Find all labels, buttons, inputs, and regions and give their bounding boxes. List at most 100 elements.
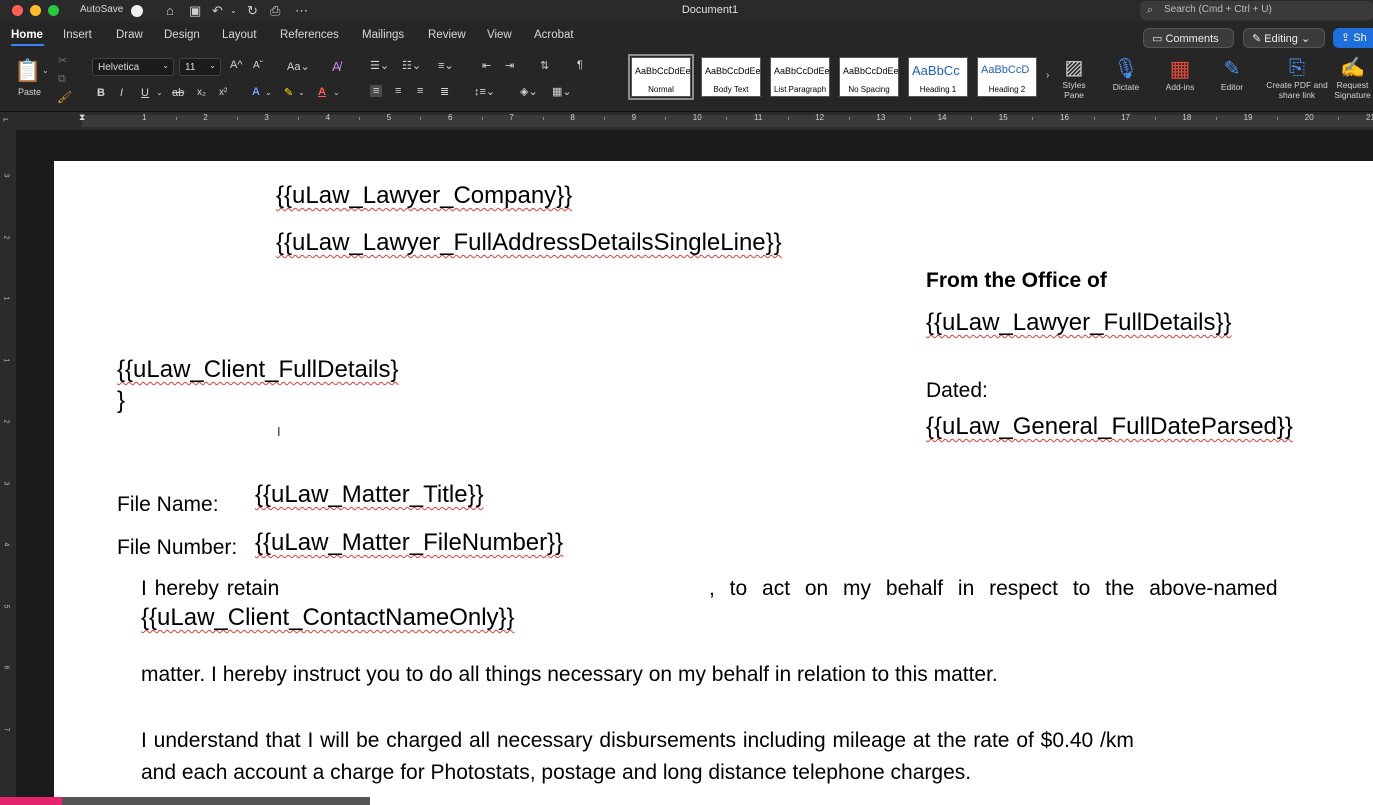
cut-icon[interactable]: ✂: [58, 54, 67, 67]
numbering-icon[interactable]: ☷⌄: [402, 59, 421, 72]
font-name-dropdown[interactable]: Helvetica ⌄: [92, 58, 174, 76]
subscript-icon[interactable]: x₂: [197, 87, 206, 98]
ruler-tick: [971, 117, 973, 120]
highlight-icon[interactable]: ✎: [284, 86, 293, 99]
chevron-down-icon: ⌄: [162, 61, 169, 70]
tab-stop-selector-icon[interactable]: ⌐: [3, 114, 8, 124]
tab-design[interactable]: Design: [164, 29, 200, 41]
editing-label: Editing: [1264, 33, 1298, 45]
matter-title-field[interactable]: {{uLaw_Matter_Title}}: [255, 481, 484, 509]
show-formatting-icon[interactable]: ¶: [577, 59, 583, 71]
style-no-spacing[interactable]: AaBbCcDdEe No Spacing: [839, 57, 899, 97]
style-label: List Paragraph: [773, 85, 827, 94]
lawyer-address-field[interactable]: {{uLaw_Lawyer_FullAddressDetailsSingleLi…: [276, 229, 782, 257]
bold-icon[interactable]: B: [97, 87, 105, 99]
style-list-paragraph[interactable]: AaBbCcDdEe List Paragraph: [770, 57, 830, 97]
decrease-indent-icon[interactable]: ⇤: [482, 59, 491, 72]
paste-icon[interactable]: 📋: [14, 58, 41, 84]
font-color-icon[interactable]: A: [318, 86, 326, 98]
signature-icon: ✍: [1340, 57, 1365, 79]
add-ins-button[interactable]: ▦ Add-ins: [1158, 56, 1202, 92]
text-effects-icon[interactable]: A: [252, 86, 260, 98]
lawyer-company-field[interactable]: {{uLaw_Lawyer_Company}}: [276, 182, 572, 210]
multilevel-list-icon[interactable]: ≡⌄: [438, 59, 454, 72]
scroll-progress-indicator[interactable]: [0, 797, 62, 805]
borders-icon[interactable]: ▦⌄: [552, 85, 572, 98]
pdf-share-icon: ⎘: [1289, 57, 1305, 79]
editor-icon: ✎: [1223, 58, 1241, 80]
date-parsed-field[interactable]: {{uLaw_General_FullDateParsed}}: [926, 413, 1293, 441]
clear-formatting-icon[interactable]: A̸: [332, 59, 341, 74]
vertical-ruler[interactable]: 3 2 1 1 2 3 4 5 6 7: [0, 130, 16, 805]
share-icon: ⇪: [1341, 32, 1354, 44]
ruler-tick: [1277, 117, 1279, 120]
shrink-font-icon[interactable]: Aˇ: [253, 60, 263, 71]
tab-view[interactable]: View: [487, 29, 512, 41]
create-pdf-button[interactable]: ⎘ Create PDF and share link: [1264, 56, 1330, 100]
change-case-icon[interactable]: Aa⌄: [287, 60, 310, 73]
ruler-tick: [1216, 117, 1217, 120]
client-contact-name-field[interactable]: {{uLaw_Client_ContactNameOnly}}: [141, 604, 515, 632]
underline-dropdown-icon[interactable]: ⌄: [156, 88, 163, 97]
indent-marker-icon[interactable]: ⧗: [79, 112, 85, 123]
font-color-dropdown-icon[interactable]: ⌄: [333, 88, 340, 97]
editor-button[interactable]: ✎ Editor: [1212, 56, 1252, 92]
share-button[interactable]: ⇪ Sh: [1333, 28, 1373, 48]
line-spacing-icon[interactable]: ↕≡⌄: [474, 85, 495, 98]
style-heading-2[interactable]: AaBbCcD Heading 2: [977, 57, 1037, 97]
ruler-number: 16: [1060, 113, 1069, 122]
tab-review[interactable]: Review: [428, 29, 466, 41]
format-painter-icon[interactable]: 🖌: [57, 90, 72, 104]
document-page[interactable]: {{uLaw_Lawyer_Company}} {{uLaw_Lawyer_Fu…: [54, 161, 1373, 805]
styles-pane-button[interactable]: ▨ Styles Pane: [1058, 56, 1090, 100]
justify-icon[interactable]: ≣: [440, 85, 449, 98]
ruler-tick: [175, 117, 177, 120]
sort-icon[interactable]: ⇅: [540, 59, 549, 72]
tab-layout[interactable]: Layout: [222, 29, 257, 41]
copy-icon[interactable]: ⧉: [58, 73, 66, 86]
lawyer-full-details-field[interactable]: {{uLaw_Lawyer_FullDetails}}: [926, 309, 1232, 337]
ruler-number: 2: [203, 113, 208, 122]
ruler-tick: [481, 117, 483, 120]
tab-draw[interactable]: Draw: [116, 29, 143, 41]
align-left-icon[interactable]: ≡: [370, 85, 383, 97]
tab-insert[interactable]: Insert: [63, 29, 92, 41]
search-box[interactable]: ⌕ Search (Cmd + Ctrl + U): [1140, 1, 1373, 20]
italic-icon[interactable]: I: [120, 87, 123, 99]
increase-indent-icon[interactable]: ⇥: [505, 59, 514, 72]
strikethrough-icon[interactable]: ab: [172, 87, 184, 99]
style-body-text[interactable]: AaBbCcDdEe Body Text: [701, 57, 761, 97]
underline-icon[interactable]: U: [141, 87, 149, 99]
style-heading-1[interactable]: AaBbCc Heading 1: [908, 57, 968, 97]
style-sample: AaBbCcDdEe: [705, 66, 760, 76]
ruler-tick: [420, 117, 422, 120]
style-normal[interactable]: AaBbCcDdEe Normal: [628, 54, 694, 100]
matter-file-number-field[interactable]: {{uLaw_Matter_FileNumber}}: [255, 529, 563, 557]
tab-references[interactable]: References: [280, 29, 339, 41]
bullets-icon[interactable]: ☰⌄: [370, 59, 389, 72]
request-signature-button[interactable]: ✍ Request Signature: [1332, 56, 1373, 100]
client-full-details-field[interactable]: {{uLaw_Client_FullDetails}: [117, 356, 399, 384]
add-ins-label: Add-ins: [1165, 82, 1195, 92]
editor-label: Editor: [1220, 82, 1244, 92]
comments-button[interactable]: ▭ Comments: [1143, 28, 1234, 48]
tab-acrobat[interactable]: Acrobat: [534, 29, 574, 41]
superscript-icon[interactable]: x²: [219, 87, 227, 98]
style-label: Heading 1: [919, 85, 957, 94]
text-effects-dropdown-icon[interactable]: ⌄: [265, 88, 272, 97]
ruler-tick: [1093, 117, 1095, 120]
ruler-number: 8: [570, 113, 575, 122]
tab-home[interactable]: Home: [11, 29, 43, 41]
dictate-button[interactable]: 🎙 Dictate: [1106, 56, 1146, 92]
paste-dropdown-icon[interactable]: ⌄: [42, 66, 49, 75]
tab-mailings[interactable]: Mailings: [362, 29, 404, 41]
shading-icon[interactable]: ◈⌄: [520, 85, 538, 98]
editing-mode-button[interactable]: ✎ Editing ⌄: [1243, 28, 1325, 48]
horizontal-ruler[interactable]: ⌐ ⧗ 1 2 3 4 5 6 7 8 9 10 11 12 13 14 15 16 17 18 19 20 21: [0, 112, 1373, 130]
grow-font-icon[interactable]: A^: [230, 59, 243, 71]
styles-gallery-more-icon[interactable]: ›: [1046, 70, 1049, 81]
highlight-dropdown-icon[interactable]: ⌄: [298, 88, 305, 97]
font-size-dropdown[interactable]: 11 ⌄: [179, 58, 221, 76]
align-right-icon[interactable]: ≡: [417, 85, 423, 97]
align-center-icon[interactable]: ≡: [395, 85, 401, 97]
